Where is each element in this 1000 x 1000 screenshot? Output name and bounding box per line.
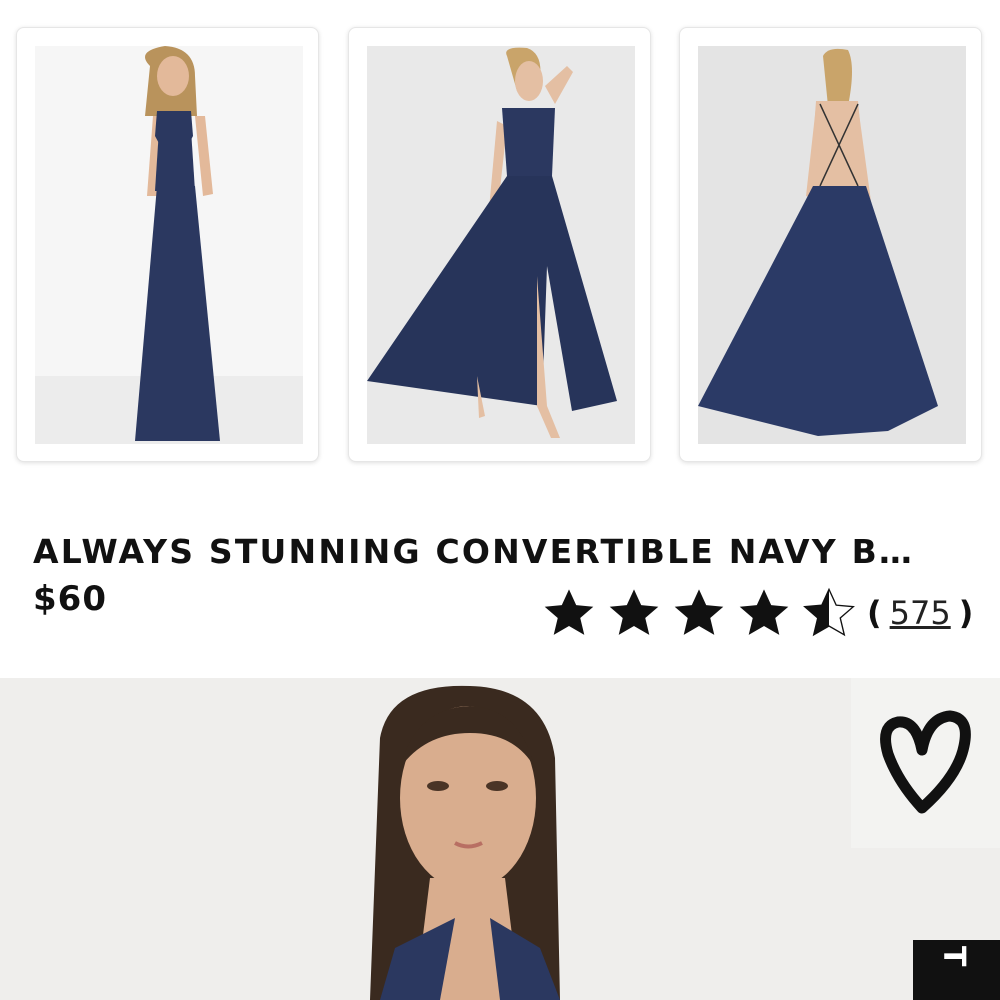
rating-stars[interactable]: ( 575 ) (540, 585, 973, 641)
star-icon (605, 586, 663, 640)
heart-icon (879, 710, 971, 814)
wishlist-button[interactable] (851, 678, 1000, 848)
star-icon (735, 586, 793, 640)
product-hero-image[interactable] (0, 678, 1000, 1000)
star-icon (670, 586, 728, 640)
star-icon (540, 586, 598, 640)
product-thumbnail-2[interactable] (348, 27, 651, 462)
side-tab[interactable]: T (913, 940, 1000, 1000)
side-tab-label: T (936, 946, 971, 967)
dress-photo-slit (367, 46, 635, 444)
review-count-link[interactable]: ( 575 ) (867, 594, 973, 632)
half-star-icon (800, 586, 858, 640)
paren-open: ( (867, 594, 882, 632)
product-thumbnail-3[interactable] (679, 27, 982, 462)
dress-photo-back (698, 46, 966, 444)
paren-close: ) (958, 594, 974, 632)
product-price: $60 (33, 579, 107, 619)
dress-photo-front (35, 46, 303, 444)
product-thumbnail-1[interactable] (16, 27, 319, 462)
review-count[interactable]: 575 (890, 594, 951, 632)
product-title[interactable]: ALWAYS STUNNING CONVERTIBLE NAVY B… (33, 532, 973, 571)
